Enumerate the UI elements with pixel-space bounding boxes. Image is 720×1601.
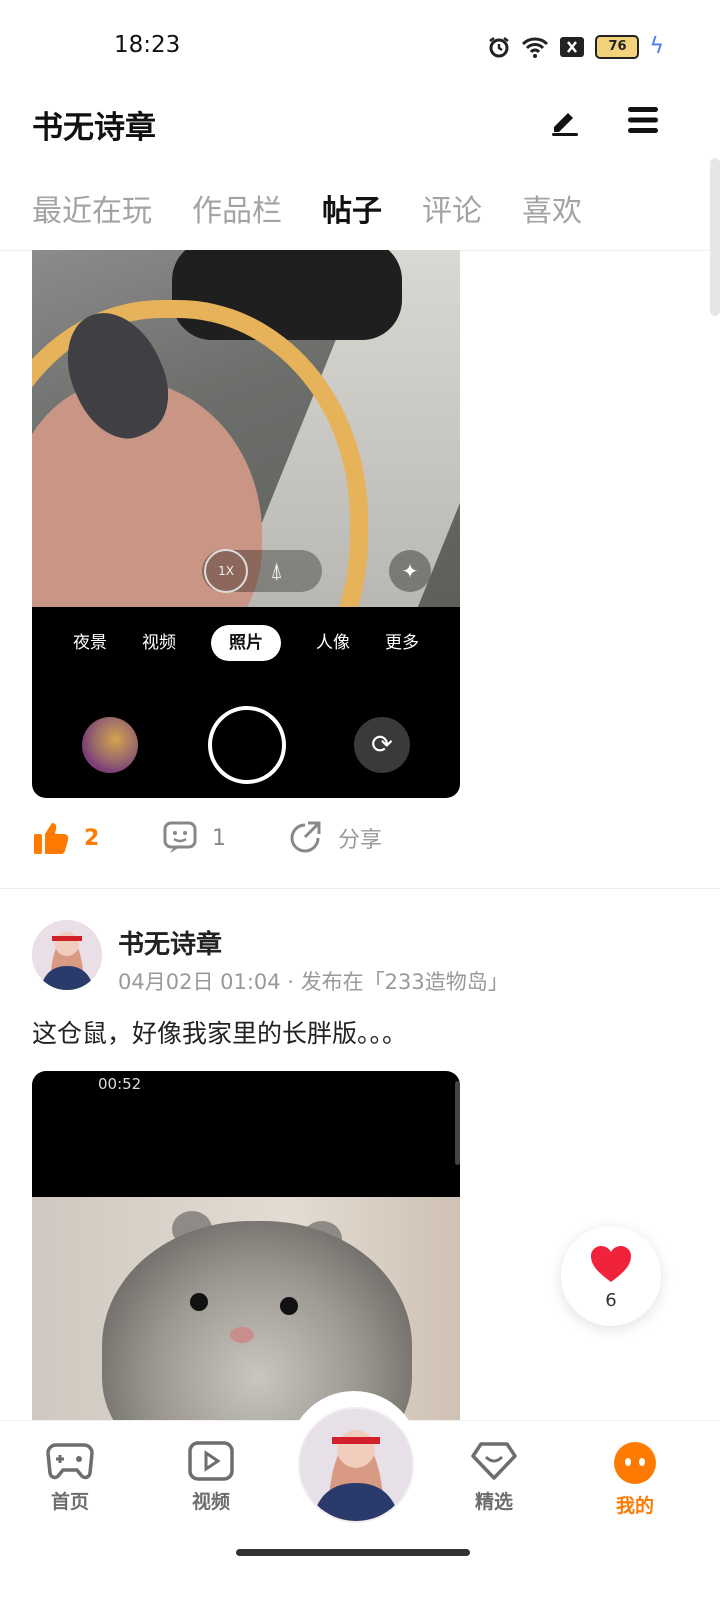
like-count: 2 <box>84 825 100 851</box>
zoom-1x-label: 1X <box>204 549 248 593</box>
camera-mode: 更多 <box>385 633 419 653</box>
floating-like-button[interactable]: 6 <box>561 1226 661 1326</box>
home-indicator[interactable] <box>236 1549 470 1556</box>
menu-icon <box>628 107 658 133</box>
flip-camera-icon: ⟳ <box>354 717 410 773</box>
shutter-icon <box>208 706 286 784</box>
post-divider <box>0 888 720 889</box>
nav-featured[interactable]: 精选 <box>454 1441 534 1514</box>
share-label: 分享 <box>338 828 383 853</box>
tab-comments[interactable]: 评论 <box>422 186 482 230</box>
page-scrollbar[interactable] <box>710 158 720 316</box>
camera-mode: 视频 <box>142 633 176 653</box>
post-meta: 04月02日 01:04 · 发布在「233造物岛」 <box>118 970 509 994</box>
gallery-thumbnail <box>82 717 138 773</box>
nav-mine[interactable]: 我的 <box>595 1441 675 1518</box>
comment-button[interactable]: 1 <box>162 820 226 856</box>
nav-video-label: 视频 <box>191 1491 230 1513</box>
share-icon <box>290 821 321 853</box>
post-video[interactable]: 00:52 <box>32 1071 460 1431</box>
zoom-control: 1X ⍋ <box>202 549 322 593</box>
menu-button[interactable] <box>619 96 667 144</box>
heart-diamond-icon <box>471 1442 517 1480</box>
wifi-icon <box>522 37 549 58</box>
nav-featured-label: 精选 <box>474 1491 513 1513</box>
tab-likes[interactable]: 喜欢 <box>522 186 582 230</box>
tab-bar: 最近在玩 作品栏 帖子 评论 喜欢 <box>32 186 582 268</box>
camera-mode-selected: 照片 <box>211 625 281 661</box>
floating-like-count: 6 <box>605 1290 617 1311</box>
sim-blocked-icon <box>560 36 585 57</box>
camera-mode: 夜景 <box>73 633 107 653</box>
center-avatar-image <box>300 1409 412 1521</box>
status-time: 18:23 <box>114 32 181 58</box>
avatar-image <box>32 920 102 990</box>
post-actions: 2 1 分享 <box>32 820 692 870</box>
comment-count: 1 <box>212 825 226 851</box>
magic-wand-icon: ✦ <box>389 550 431 592</box>
share-button[interactable]: 分享 <box>288 820 382 856</box>
edit-icon <box>552 113 578 136</box>
tab-recent[interactable]: 最近在玩 <box>32 186 152 230</box>
nav-home[interactable]: 首页 <box>30 1441 110 1514</box>
battery-icon: 76 <box>595 34 640 59</box>
gamepad-icon <box>46 1443 94 1480</box>
camera-mode-bar: 夜景 视频 照片 人像 更多 <box>32 625 460 661</box>
video-play-icon <box>188 1441 234 1481</box>
charging-icon: ϟ <box>649 34 664 59</box>
nav-mine-label: 我的 <box>615 1495 654 1517</box>
bottom-nav: 首页 视频 精选 我的 <box>0 1391 720 1601</box>
status-icons: 76 ϟ <box>487 34 664 59</box>
camera-viewfinder-photo: 1X ⍋ ✦ <box>32 250 460 607</box>
avatar[interactable] <box>32 920 102 990</box>
camera-mode: 人像 <box>316 633 350 653</box>
thumbs-up-icon <box>34 823 69 854</box>
nav-center-avatar[interactable] <box>298 1407 414 1523</box>
nav-home-label: 首页 <box>50 1491 89 1513</box>
tab-works[interactable]: 作品栏 <box>192 186 282 230</box>
comment-icon <box>163 821 197 853</box>
wide-angle-icon: ⍋ <box>270 558 284 584</box>
nav-video[interactable]: 视频 <box>171 1441 251 1514</box>
alarm-icon <box>489 36 510 57</box>
tab-posts[interactable]: 帖子 <box>322 186 382 268</box>
video-scroll-indicator <box>455 1081 460 1165</box>
edit-button[interactable] <box>541 96 589 144</box>
video-duration: 00:52 <box>98 1075 142 1093</box>
profile-face-icon <box>614 1442 656 1484</box>
post-text: 这仓鼠，好像我家里的长胖版。。。 <box>32 1019 408 1048</box>
tab-posts-label: 帖子 <box>322 194 382 229</box>
heart-icon <box>591 1246 631 1282</box>
author-name[interactable]: 书无诗章 <box>118 924 222 961</box>
page-title: 书无诗章 <box>32 110 156 146</box>
post-image-camera[interactable]: 1X ⍋ ✦ 夜景 视频 照片 人像 更多 ⟳ <box>32 250 460 798</box>
like-button[interactable]: 2 <box>32 820 99 856</box>
